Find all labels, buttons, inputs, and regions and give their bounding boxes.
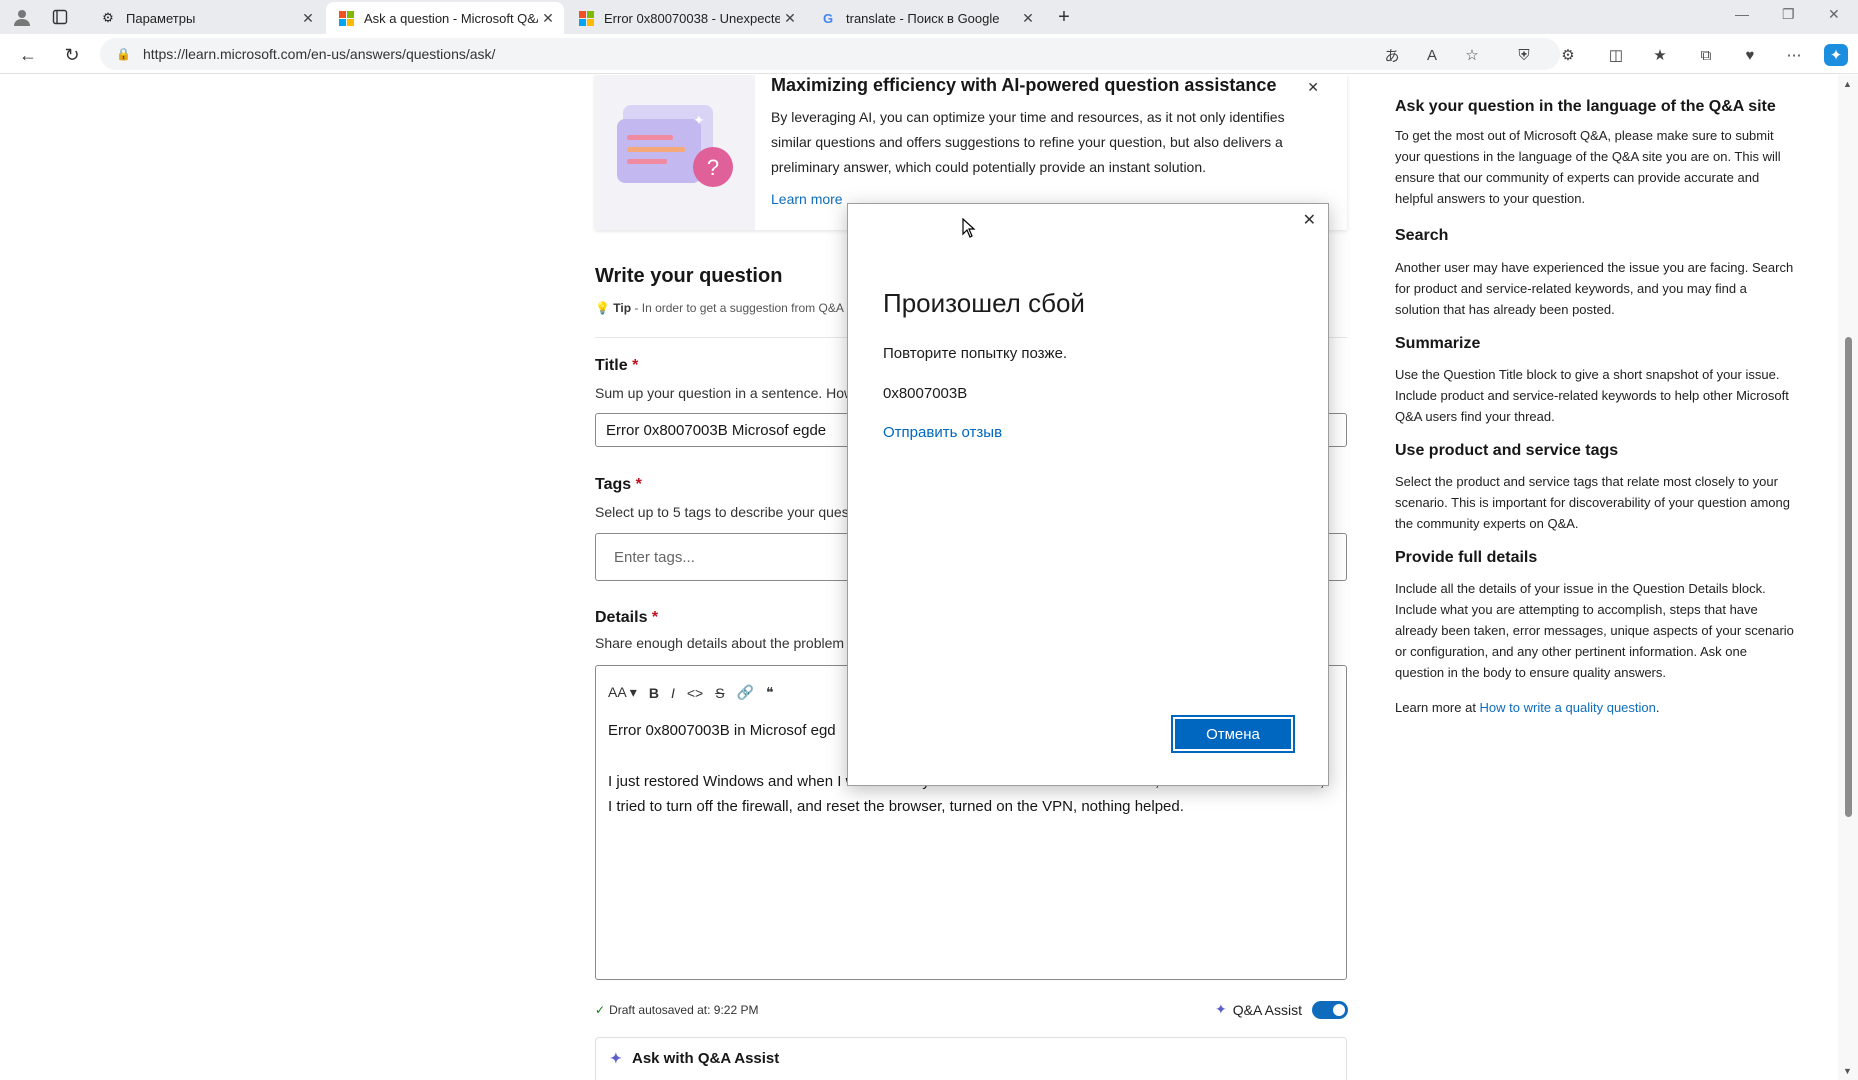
tab-error[interactable]: Error 0x80070038 - Unexpected e ✕	[566, 2, 806, 34]
scroll-up-icon[interactable]: ▲	[1843, 79, 1852, 89]
tags-label: Tags *	[595, 476, 642, 493]
svg-text:?: ?	[707, 155, 719, 180]
close-tab-icon[interactable]: ✕	[538, 10, 558, 27]
error-code: 0x8007003B	[883, 385, 968, 402]
scroll-down-icon[interactable]: ▼	[1843, 1066, 1852, 1076]
split-screen-icon[interactable]: ◫	[1604, 44, 1628, 66]
new-tab-icon[interactable]: +	[1050, 4, 1078, 30]
sidebar-learn-more: Learn more at How to write a quality que…	[1395, 700, 1660, 715]
qa-assist-label: ✦ Q&A Assist	[1215, 1001, 1302, 1018]
close-card-icon[interactable]: ✕	[1307, 79, 1319, 96]
page-scrollbar[interactable]: ▲ ▼	[1838, 75, 1858, 1080]
editor-toolbar: AA ▾ B I <> S 🔗 ❝	[608, 684, 774, 701]
gear-icon: ⚙	[102, 10, 114, 25]
translate-icon[interactable]: あ	[1380, 44, 1404, 66]
back-icon[interactable]: ←	[14, 42, 42, 68]
copilot-icon[interactable]: ✦	[1824, 44, 1848, 66]
sidebar-text: Another user may have experienced the is…	[1395, 260, 1794, 317]
italic-icon[interactable]: I	[671, 685, 675, 701]
microsoft-logo-icon	[578, 10, 594, 26]
sidebar-heading: Use product and service tags	[1395, 442, 1619, 459]
tab-actions-icon[interactable]	[46, 4, 74, 30]
shield-icon[interactable]: ⛨	[1512, 44, 1536, 66]
link-icon[interactable]: 🔗	[737, 684, 754, 701]
ask-assist-card[interactable]: ✦ Ask with Q&A Assist	[595, 1037, 1347, 1080]
font-size-icon[interactable]: AA ▾	[608, 684, 637, 701]
learn-more-link[interactable]: Learn more	[771, 191, 843, 207]
scroll-thumb[interactable]	[1845, 337, 1852, 817]
sidebar-text: Select the product and service tags that…	[1395, 474, 1791, 531]
minimize-icon[interactable]: —	[1735, 6, 1749, 22]
tab-settings[interactable]: ⚙ Параметры ✕	[88, 2, 324, 34]
favorites-icon[interactable]: ★	[1648, 44, 1672, 66]
tab-ask-question[interactable]: Ask a question - Microsoft Q&A ✕	[326, 2, 564, 34]
browser-essentials-icon[interactable]: ♥	[1738, 44, 1762, 66]
ai-card-body: By leveraging AI, you can optimize your …	[771, 109, 1285, 175]
url-text: https://learn.microsoft.com/en-us/answer…	[142, 46, 496, 62]
close-window-icon[interactable]: ✕	[1828, 6, 1840, 23]
sparkle-icon: ✦	[610, 1050, 622, 1066]
sidebar-text: Use the Question Title block to give a s…	[1395, 367, 1789, 424]
title-help: Sum up your question in a sentence. How	[595, 385, 855, 401]
tags-help: Select up to 5 tags to describe your que…	[595, 504, 849, 520]
sidebar-heading: Summarize	[1395, 335, 1481, 352]
more-menu-icon[interactable]: ⋯	[1782, 44, 1806, 66]
dialog-message: Повторите попытку позже.	[883, 345, 1068, 362]
ai-card-title: Maximizing efficiency with AI-powered qu…	[771, 75, 1277, 95]
google-icon: G	[822, 10, 834, 26]
sparkle-icon: ✦	[1215, 1001, 1227, 1017]
microsoft-logo-icon	[338, 10, 354, 26]
tab-strip: ⚙ Параметры ✕ Ask a question - Microsoft…	[0, 0, 1858, 34]
read-aloud-icon[interactable]: A	[1420, 44, 1444, 66]
sidebar-heading: Search	[1395, 227, 1449, 244]
sidebar-text: To get the most out of Microsoft Q&A, pl…	[1395, 128, 1781, 206]
code-icon[interactable]: <>	[687, 685, 703, 701]
address-bar-row: ← ↻ 🔒 https://learn.microsoft.com/en-us/…	[0, 34, 1858, 74]
profile-icon[interactable]	[8, 4, 36, 30]
close-tab-icon[interactable]: ✕	[1018, 10, 1038, 27]
extensions-icon[interactable]: ⚙	[1556, 44, 1580, 66]
url-field[interactable]: 🔒 https://learn.microsoft.com/en-us/answ…	[100, 38, 1560, 70]
feedback-link[interactable]: Отправить отзыв	[883, 424, 1002, 441]
title-label: Title *	[595, 357, 639, 374]
error-dialog: ✕ Произошел сбой Повторите попытку позже…	[847, 203, 1329, 786]
strikethrough-icon[interactable]: S	[715, 685, 724, 701]
draft-status: ✓ Draft autosaved at: 9:22 PM	[595, 1003, 759, 1017]
restore-icon[interactable]: ❐	[1782, 6, 1795, 23]
bold-icon[interactable]: B	[649, 685, 659, 701]
close-tab-icon[interactable]: ✕	[780, 10, 800, 27]
details-label: Details *	[595, 609, 659, 626]
ai-illustration: ? ✦	[595, 75, 755, 230]
tip-text: 💡 Tip - In order to get a suggestion fro…	[595, 301, 844, 315]
favorite-star-icon[interactable]: ☆	[1460, 44, 1484, 66]
ask-assist-title: Ask with Q&A Assist	[632, 1050, 780, 1067]
dialog-title: Произошел сбой	[883, 288, 1085, 318]
refresh-icon[interactable]: ↻	[58, 42, 86, 68]
sidebar-text: Include all the details of your issue in…	[1395, 581, 1794, 680]
close-dialog-icon[interactable]: ✕	[1303, 210, 1316, 230]
section-heading: Write your question	[595, 265, 783, 287]
quality-question-link[interactable]: How to write a quality question	[1480, 700, 1656, 715]
lock-icon: 🔒	[116, 47, 131, 61]
cancel-button[interactable]: Отмена	[1171, 715, 1295, 753]
close-tab-icon[interactable]: ✕	[298, 10, 318, 27]
details-help: Share enough details about the problem	[595, 635, 845, 651]
check-circle-icon: ✓	[595, 1003, 606, 1017]
quote-icon[interactable]: ❝	[766, 684, 774, 701]
lightbulb-icon: 💡	[595, 301, 610, 315]
tab-google[interactable]: G translate - Поиск в Google ✕	[808, 2, 1044, 34]
sidebar-heading: Ask your question in the language of the…	[1395, 98, 1776, 115]
collections-icon[interactable]: ⧉	[1694, 44, 1718, 66]
mouse-pointer-icon	[962, 217, 976, 244]
sidebar-heading: Provide full details	[1395, 549, 1538, 566]
qa-assist-toggle[interactable]	[1312, 1001, 1348, 1019]
svg-text:✦: ✦	[693, 112, 705, 128]
